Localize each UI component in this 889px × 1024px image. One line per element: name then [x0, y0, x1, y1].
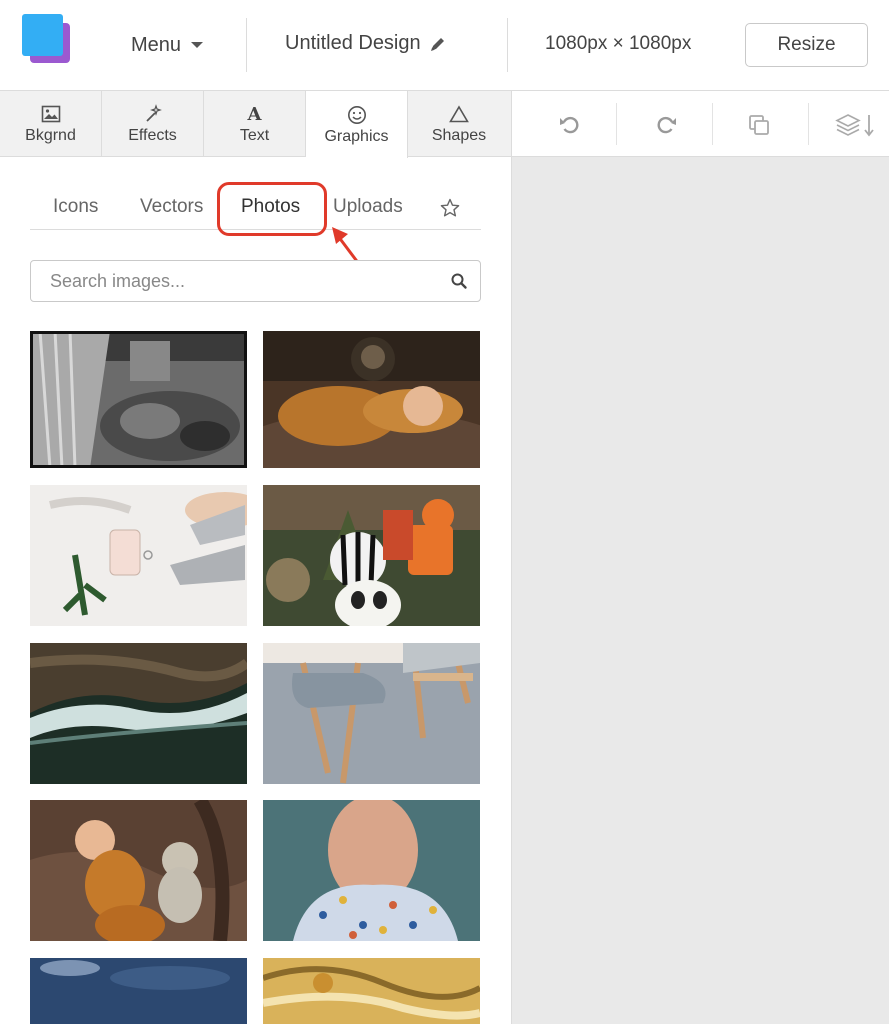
- photo-image: [263, 331, 480, 468]
- tab-label: Shapes: [431, 127, 487, 144]
- search-icon[interactable]: [450, 272, 468, 290]
- top-bar: Menu Untitled Design 1080px × 1080px Res…: [0, 0, 889, 91]
- redo-button[interactable]: [650, 109, 682, 141]
- photo-thumbnail[interactable]: [263, 331, 480, 468]
- photo-thumbnail[interactable]: [30, 958, 247, 1024]
- photo-thumbnail[interactable]: [263, 800, 480, 941]
- subtab-favorites[interactable]: [440, 198, 460, 224]
- menu-button[interactable]: Menu: [131, 32, 204, 58]
- logo-front-square: [22, 14, 63, 56]
- photo-image: [30, 485, 247, 626]
- tool-tabs: Bkgrnd Effects A Text Graphics Shapes: [0, 91, 511, 158]
- photo-thumbnail[interactable]: [263, 643, 480, 784]
- photo-image: [30, 331, 247, 468]
- photo-image: [263, 800, 480, 941]
- undo-icon: [560, 116, 579, 134]
- pencil-icon: [430, 37, 444, 51]
- image-icon: [41, 105, 60, 123]
- canvas-toolbar: [511, 91, 889, 157]
- menu-label: Menu: [131, 33, 182, 56]
- tab-graphics[interactable]: Graphics: [306, 91, 408, 158]
- photo-thumbnail[interactable]: [30, 800, 247, 941]
- photo-thumbnail[interactable]: [30, 331, 247, 468]
- smiley-icon: [347, 105, 366, 124]
- tab-label: Graphics: [324, 127, 389, 145]
- subtab-icons[interactable]: Icons: [53, 196, 98, 218]
- chevron-down-icon: [191, 42, 204, 48]
- star-icon: [440, 198, 460, 217]
- search-input[interactable]: [32, 262, 442, 300]
- redo-icon: [657, 116, 676, 134]
- photo-image: [30, 643, 247, 784]
- tab-text[interactable]: A Text: [204, 91, 306, 157]
- photo-image: [30, 800, 247, 941]
- canvas-dimensions: 1080px × 1080px: [545, 33, 692, 54]
- undo-button[interactable]: [554, 109, 586, 141]
- duplicate-button[interactable]: [743, 109, 775, 141]
- design-canvas[interactable]: [511, 157, 889, 1024]
- search-box: [30, 260, 481, 302]
- app-logo[interactable]: [22, 14, 72, 64]
- design-title[interactable]: Untitled Design: [285, 32, 447, 55]
- photo-thumbnail[interactable]: [30, 643, 247, 784]
- photo-image: [263, 958, 480, 1024]
- tab-label: Bkgrnd: [25, 127, 76, 144]
- divider: [507, 18, 508, 72]
- design-title-text: Untitled Design: [285, 32, 421, 54]
- tab-effects[interactable]: Effects: [102, 91, 204, 157]
- photo-thumbnail[interactable]: [263, 958, 480, 1024]
- divider: [246, 18, 247, 72]
- triangle-icon: [449, 105, 469, 123]
- graphics-sub-tabs: Icons Vectors Photos Uploads: [30, 186, 481, 230]
- text-icon: A: [247, 103, 262, 125]
- tab-label: Text: [239, 127, 270, 144]
- subtab-photos[interactable]: Photos: [241, 196, 300, 218]
- divider: [808, 103, 809, 145]
- duplicate-icon: [749, 115, 769, 135]
- divider: [712, 103, 713, 145]
- photo-image: [30, 958, 247, 1024]
- tab-background[interactable]: Bkgrnd: [0, 91, 102, 157]
- photo-image: [263, 643, 480, 784]
- photo-image: [263, 485, 480, 626]
- photo-thumbnail[interactable]: [30, 485, 247, 626]
- tab-shapes[interactable]: Shapes: [408, 91, 510, 157]
- photo-thumbnail[interactable]: [263, 485, 480, 626]
- divider: [616, 103, 617, 145]
- resize-button[interactable]: Resize: [745, 23, 868, 67]
- layers-icon: [835, 114, 874, 137]
- layers-button[interactable]: [834, 109, 880, 141]
- subtab-uploads[interactable]: Uploads: [333, 196, 403, 218]
- tab-label: Effects: [128, 127, 177, 144]
- magic-wand-icon: [145, 104, 162, 122]
- subtab-vectors[interactable]: Vectors: [140, 196, 203, 218]
